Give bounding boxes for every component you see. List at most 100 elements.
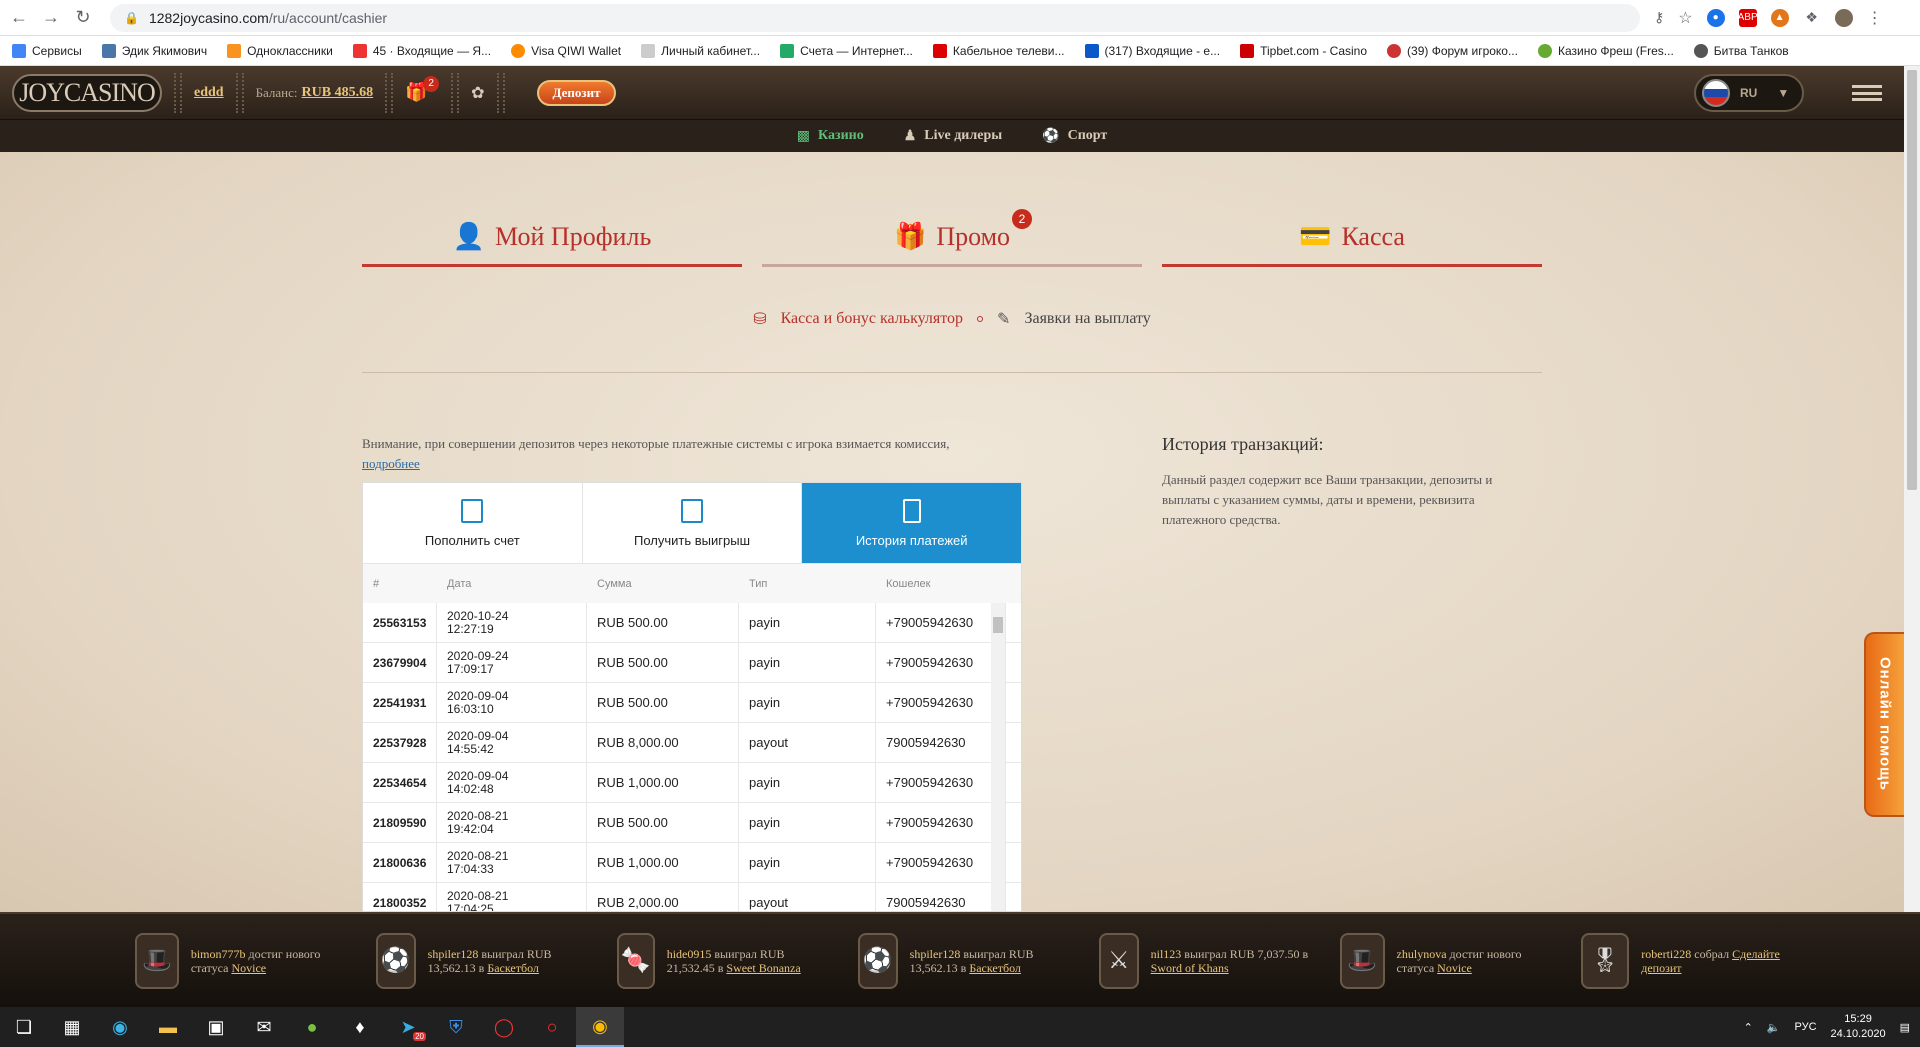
notification-icon[interactable]: ▤ (1900, 1021, 1910, 1034)
logo[interactable]: JOYCASINO (12, 73, 162, 112)
language-label: RU (1740, 86, 1758, 100)
balance-value[interactable]: RUB 485.68 (302, 85, 374, 101)
bookmark-item[interactable]: Эдик Якимович (101, 43, 207, 58)
opera-gx-icon[interactable]: ◯ (480, 1007, 528, 1047)
table-row: 21809590 2020-08-21 19:42:04 RUB 500.00 payi… (363, 802, 1021, 843)
document-icon (902, 498, 921, 523)
gift-icon[interactable]: 🎁 2 (405, 75, 440, 104)
opera-icon[interactable]: ○ (528, 1007, 576, 1047)
avatar[interactable] (1834, 8, 1853, 27)
chrome-icon[interactable]: ◉ (576, 1007, 624, 1047)
winner-target-link[interactable]: Баскетбол (487, 961, 539, 975)
bookmark-item[interactable]: Битва Танков (1693, 43, 1789, 58)
clock[interactable]: 15:29 24.10.2020 (1831, 1012, 1886, 1042)
tab-cashier[interactable]: 💳 Касса (1162, 207, 1542, 267)
table-row: 22541931 2020-09-04 16:03:10 RUB 500.00 payi… (363, 682, 1021, 723)
winner-item[interactable]: 🍬 hide0915 выиграл RUB 21,532.45 в Sweet … (617, 932, 832, 989)
url-host: 1282joycasino.com (148, 9, 269, 26)
apps-icon (12, 43, 26, 58)
reload-icon[interactable]: ↻ (70, 5, 96, 31)
txn-amount: RUB 2,000.00 (587, 882, 739, 911)
language-selector[interactable]: RU ▼ (1694, 74, 1804, 112)
star-icon[interactable]: ☆ (1678, 8, 1692, 28)
winner-target-link[interactable]: Novice (231, 961, 266, 975)
txn-type: payin (739, 762, 876, 803)
tab-promo[interactable]: 🎁 Промо 2 (762, 207, 1142, 267)
winner-item[interactable]: 🎩 bimon777b достиг нового статуса Novice (135, 932, 350, 989)
winner-item[interactable]: ⚽ shpiler128 выиграл RUB 13,562.13 в Баск… (858, 932, 1073, 989)
site-header: JOYCASINO eddd Баланс: RUB 485.68 🎁 2 ✿ Д… (0, 66, 1904, 120)
menu-icon[interactable] (1852, 85, 1882, 101)
winner-item[interactable]: 🎩 zhulynova достиг нового статуса Novice (1340, 932, 1555, 989)
txn-datetime: 2020-09-04 16:03:10 (437, 682, 587, 723)
username-link[interactable]: eddd (194, 85, 224, 101)
subtab-cashier-calc[interactable]: Касса и бонус калькулятор (781, 310, 963, 328)
task-view-icon[interactable]: ▦ (48, 1007, 96, 1047)
winner-item[interactable]: ⚽ shpiler128 выиграл RUB 13,562.13 в Баск… (376, 932, 591, 989)
deposit-button[interactable]: Депозит (536, 79, 617, 106)
winner-item[interactable]: 🎖 roberti228 собрал Сделайте депозит (1581, 932, 1796, 989)
edge-icon[interactable]: ◉ (96, 1007, 144, 1047)
bookmark-item[interactable]: Личный кабинет... (641, 43, 760, 58)
profile-ext-icon[interactable]: ● (1706, 8, 1725, 27)
bookmark-item[interactable]: Visa QIWI Wallet (511, 43, 621, 58)
windows-start-icon[interactable]: ❏ (0, 1007, 48, 1047)
nav-casino[interactable]: ▩ Казино (797, 128, 864, 145)
mail-icon[interactable]: ✉ (240, 1007, 288, 1047)
address-bar[interactable]: 🔒 1282joycasino.com/ru/account/cashier (110, 3, 1640, 32)
winner-target-link[interactable]: Sword of Khans (1151, 961, 1229, 975)
tab-withdraw[interactable]: Получить выигрыш (583, 483, 803, 563)
bookmark-item[interactable]: 45 · Входящие — Я... (352, 43, 491, 58)
medal-icon: 🎖 (1581, 932, 1630, 989)
explorer-icon[interactable]: ▬ (144, 1007, 192, 1047)
chevron-up-icon[interactable]: ⌃ (1744, 1021, 1753, 1034)
winner-target-link[interactable]: Баскетбол (969, 961, 1021, 975)
telegram-icon[interactable]: ➤ 20 (384, 1007, 432, 1047)
table-row: 22534654 2020-09-04 14:02:48 RUB 1,000.00 pa… (363, 762, 1021, 803)
coins-icon: ⛁ (753, 311, 767, 328)
bookmark-item[interactable]: (317) Входящие - е... (1084, 43, 1220, 58)
adblock-icon[interactable]: ABP (1738, 8, 1758, 27)
winner-target-link[interactable]: Sweet Bonanza (726, 961, 800, 975)
bookmark-item[interactable]: (39) Форум игроко... (1387, 43, 1518, 58)
bookmark-item[interactable]: Счета — Интернет... (780, 43, 913, 58)
winner-item[interactable]: ⚔ nil123 выиграл RUB 7,037.50 в Sword of … (1099, 932, 1314, 989)
back-icon[interactable]: ← (6, 5, 32, 31)
more-link[interactable]: подробнее (362, 456, 420, 471)
txn-id: 22534654 (363, 762, 437, 803)
history-description: Данный раздел содержит все Ваши транзакц… (1162, 472, 1493, 527)
store-icon[interactable]: ▣ (192, 1007, 240, 1047)
table-scrollbar[interactable] (991, 603, 1005, 911)
bonus-icon[interactable]: ✿ (471, 83, 484, 103)
bookmark-item[interactable]: Одноклассники (227, 43, 333, 58)
mail-icon (1084, 43, 1099, 58)
key-icon[interactable]: ⚷ (1654, 9, 1664, 26)
tab-history[interactable]: История платежей (802, 483, 1021, 563)
tab-profile[interactable]: 👤 Мой Профиль (362, 207, 742, 267)
puzzle-icon[interactable]: ❖ (1803, 9, 1821, 27)
txn-id: 21809590 (363, 802, 437, 843)
page-icon (641, 43, 656, 58)
bank-icon (780, 43, 795, 58)
fox-icon[interactable]: ▲ (1770, 8, 1789, 27)
game-icon[interactable]: ♦ (336, 1007, 384, 1047)
bookmark-item[interactable]: Казино Фреш (Fres... (1537, 43, 1674, 58)
utorrent-icon[interactable]: ● (288, 1007, 336, 1047)
page-scrollbar[interactable] (1904, 66, 1920, 912)
fresh-icon (1537, 43, 1552, 58)
forward-icon[interactable]: → (38, 5, 64, 31)
shield-icon[interactable]: ⛨ (432, 1007, 480, 1047)
speaker-icon[interactable]: 🔈 (1767, 1021, 1781, 1034)
more-icon[interactable]: ⋮ (1867, 8, 1883, 28)
tray-language[interactable]: РУС (1795, 1021, 1817, 1033)
bookmark-item[interactable]: Кабельное телеви... (932, 43, 1065, 58)
winner-target-link[interactable]: Novice (1437, 961, 1472, 975)
nav-sport[interactable]: ⚽ Спорт (1042, 128, 1107, 145)
nav-live[interactable]: ♟ Live дилеры (904, 128, 1002, 145)
bookmark-item[interactable]: Tipbet.com - Casino (1240, 43, 1367, 58)
table-header: # Дата Сумма Тип Кошелек (363, 563, 1021, 603)
bookmark-item[interactable]: Сервисы (12, 43, 82, 58)
subtab-withdraw-requests[interactable]: Заявки на выплату (1024, 310, 1150, 328)
online-help-button[interactable]: Онлайн помощь (1864, 632, 1904, 817)
tab-deposit[interactable]: Пополнить счет (363, 483, 583, 563)
